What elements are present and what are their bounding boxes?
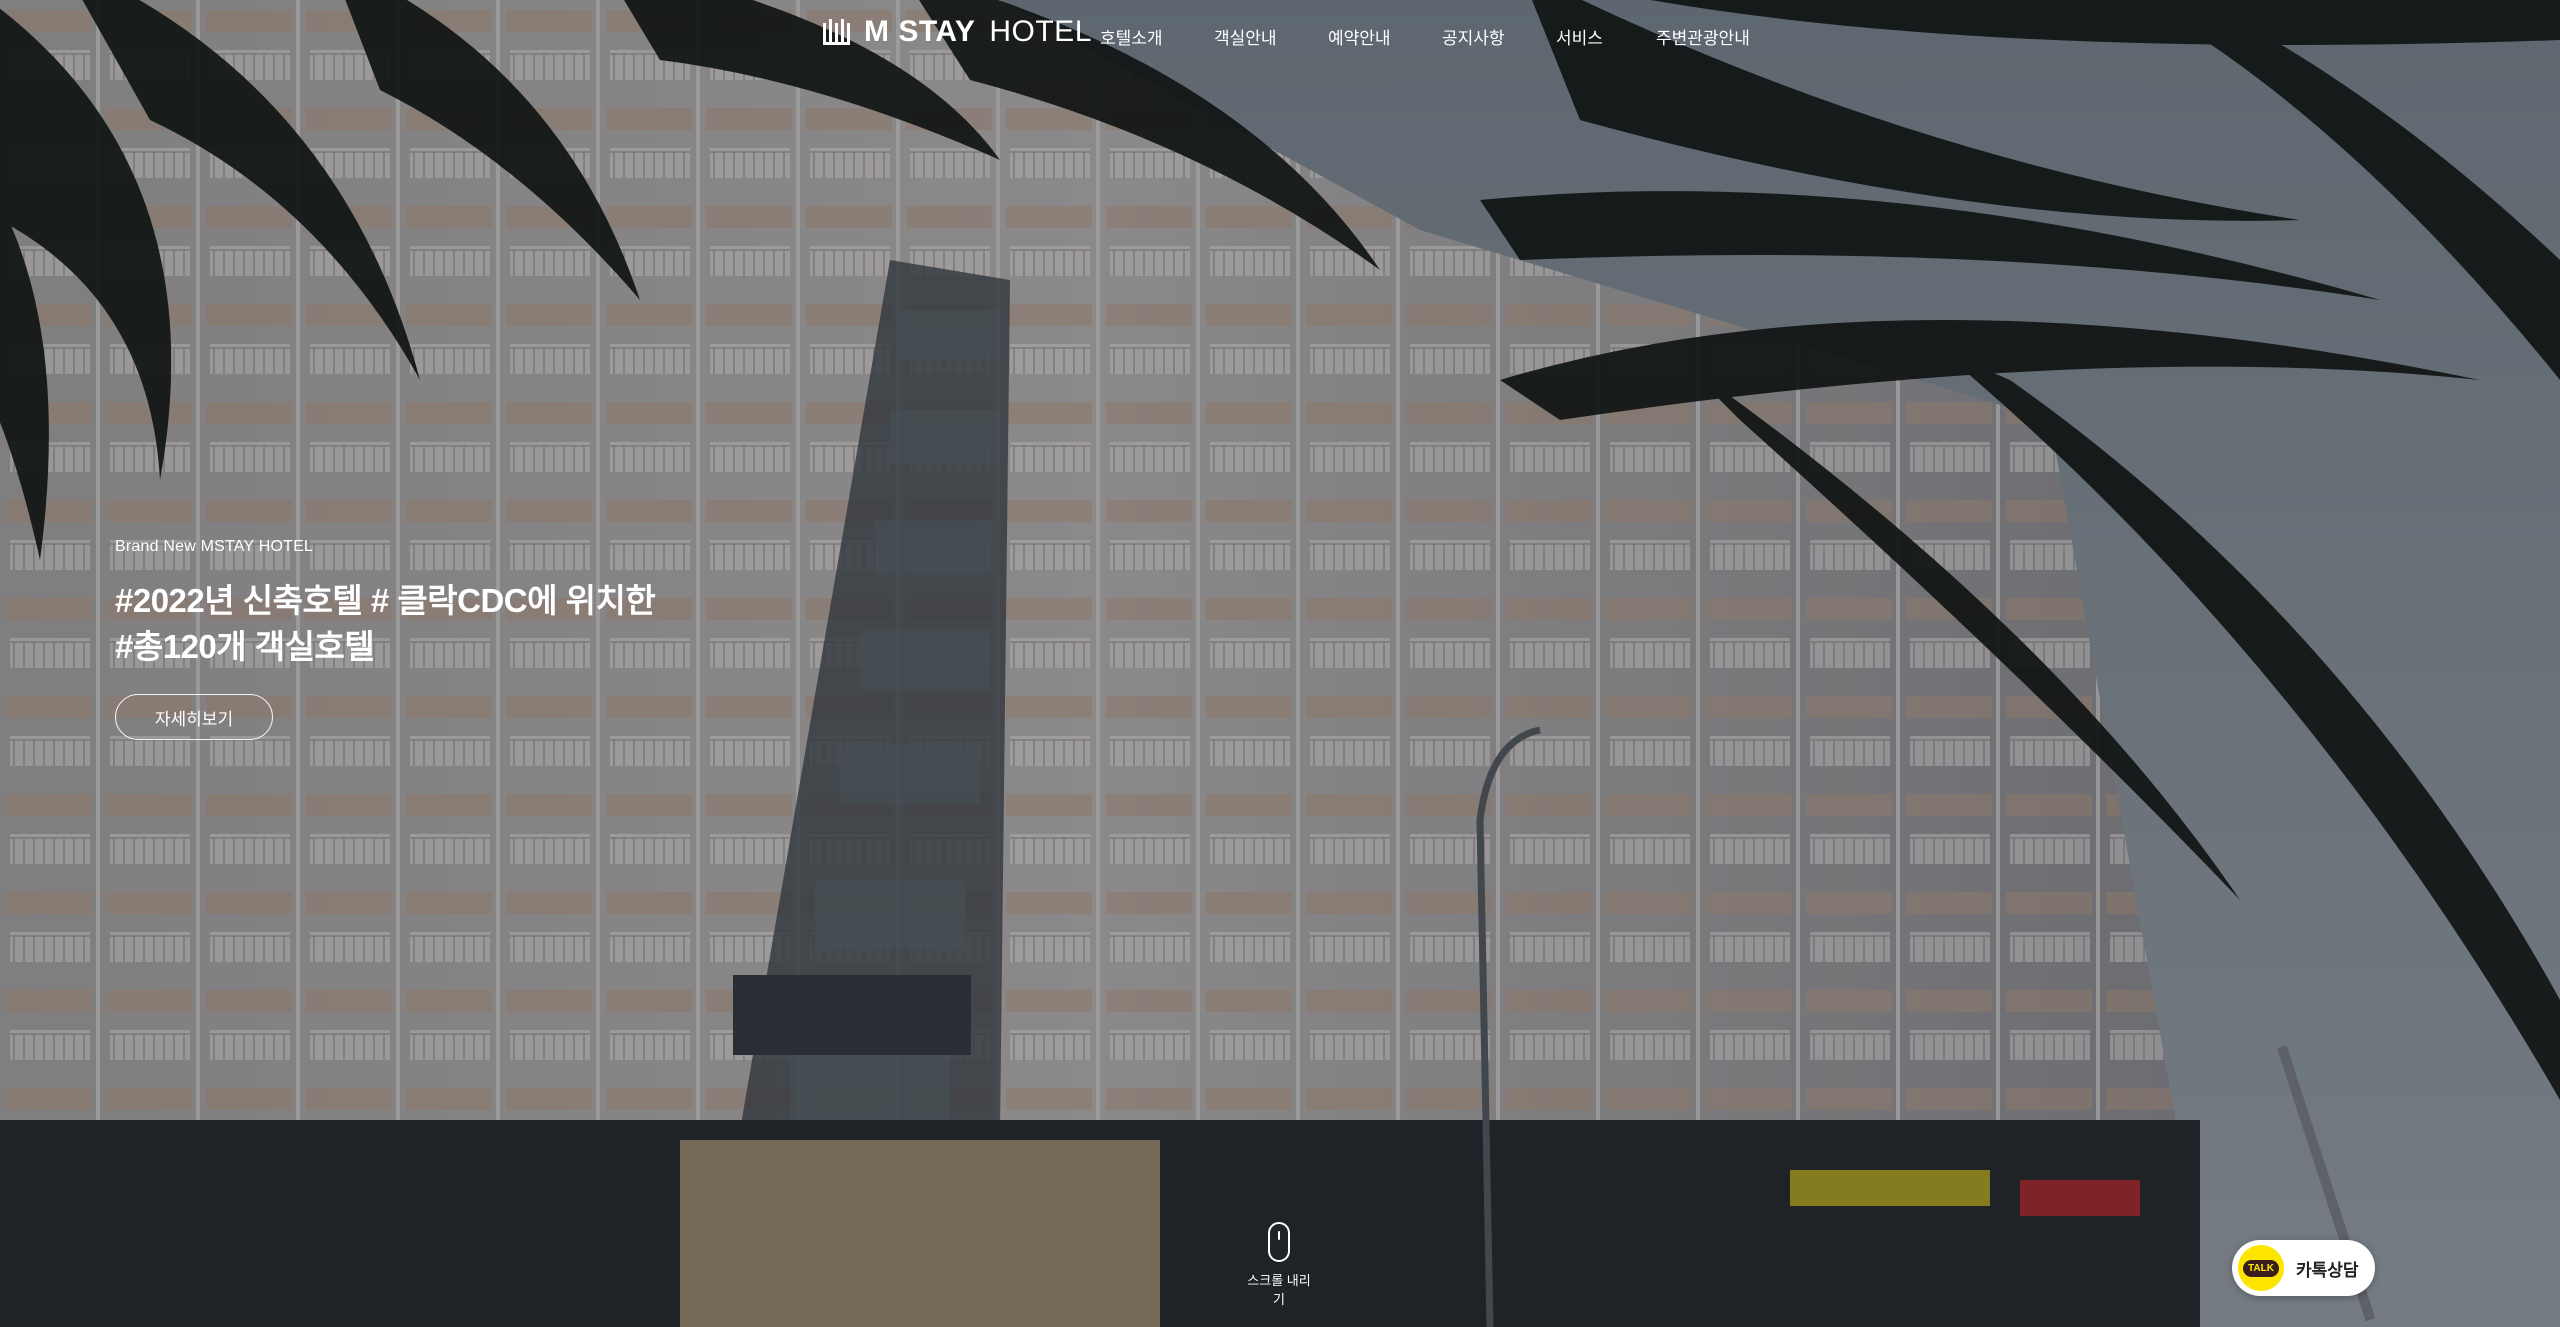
more-details-button[interactable]: 자세히보기 — [115, 694, 273, 740]
kakao-talk-badge-text: TALK — [2243, 1259, 2279, 1277]
logo-mark-icon — [823, 19, 850, 45]
nav-item-hotel-intro[interactable]: 호텔소개 — [1100, 24, 1163, 49]
hero-headline-line1: #2022년 신축호텔 # 클락CDC에 위치한 — [115, 582, 656, 619]
scroll-indicator[interactable]: 스크롤 내리기 — [1244, 1222, 1314, 1308]
kakao-talk-label: 카톡상담 — [2296, 1260, 2359, 1280]
site-header: M STAY HOTEL 호텔소개 객실안내 예약안내 공지사항 서비스 주변관… — [0, 0, 2560, 70]
hero-headline: #2022년 신축호텔 # 클락CDC에 위치한 #총120개 객실호텔 — [115, 578, 656, 670]
nav-item-notice[interactable]: 공지사항 — [1442, 24, 1505, 49]
kakao-talk-icon: TALK — [2238, 1245, 2284, 1291]
kakao-talk-button[interactable]: TALK 카톡상담 — [2232, 1240, 2375, 1296]
logo-text-light: HOTEL — [989, 15, 1092, 48]
hero-eyebrow: Brand New MSTAY HOTEL — [115, 538, 314, 555]
nav-item-tourism[interactable]: 주변관광안내 — [1656, 24, 1750, 49]
nav-item-service[interactable]: 서비스 — [1556, 24, 1603, 49]
hero-headline-line2: #총120개 객실호텔 — [115, 628, 375, 665]
hotel-logo[interactable]: M STAY HOTEL — [822, 14, 1092, 50]
hero-copy: Brand New MSTAY HOTEL #2022년 신축호텔 # 클락CD… — [115, 538, 656, 740]
nav-item-rooms[interactable]: 객실안내 — [1214, 24, 1277, 49]
logo-text-strong: M STAY — [864, 15, 976, 48]
mouse-scroll-icon — [1268, 1222, 1290, 1262]
nav-item-reservation[interactable]: 예약안내 — [1328, 24, 1391, 49]
scroll-label: 스크롤 내리기 — [1247, 1273, 1311, 1307]
